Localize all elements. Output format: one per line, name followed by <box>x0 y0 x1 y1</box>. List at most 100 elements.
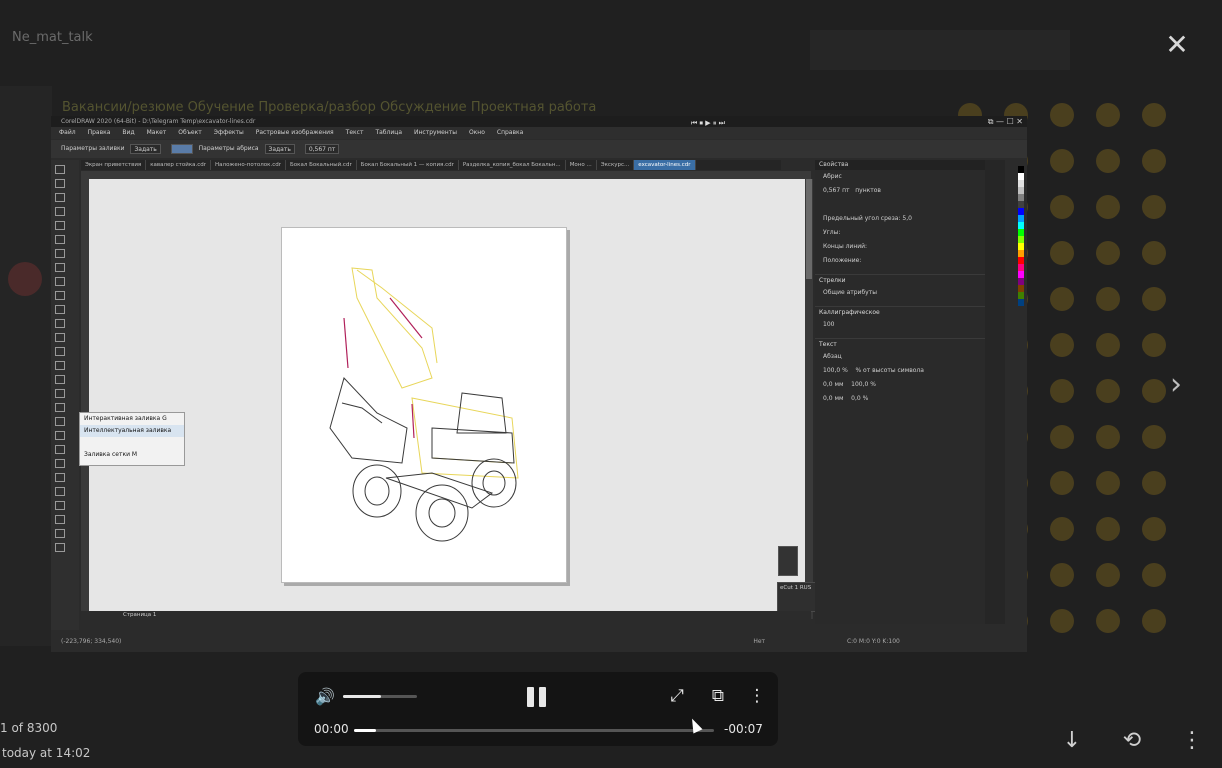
picture-in-picture-icon[interactable]: ⧉ <box>706 684 730 708</box>
volume-slider[interactable] <box>343 695 417 698</box>
next-media-arrow-icon[interactable]: › <box>1164 370 1188 400</box>
cd-tool-icon <box>55 263 65 272</box>
para-value-2: % от высоты символа <box>855 367 924 374</box>
prop-outline-field: Задать <box>264 143 295 154</box>
palette-swatch <box>1018 257 1024 264</box>
cd-tool-icon <box>55 431 65 440</box>
pause-button[interactable] <box>525 685 549 711</box>
avatar <box>8 262 42 296</box>
emoji-icon <box>1096 379 1120 403</box>
palette-swatch <box>1018 278 1024 285</box>
seek-bar[interactable] <box>354 729 714 732</box>
cd-document-tab: Экскурс... <box>597 160 635 170</box>
cd-tool-icon <box>55 473 65 482</box>
cd-menu-item: Инструменты <box>414 129 457 136</box>
cd-menu-item: Вид <box>122 129 135 136</box>
spacer-row <box>815 198 985 212</box>
prop-fill-color <box>170 143 193 154</box>
cd-toolbox <box>51 160 79 630</box>
para-row-2: 0,0 мм 100,0 % <box>815 378 985 392</box>
cd-docker-tabs <box>985 160 1005 624</box>
cd-tool-icon <box>55 347 65 356</box>
video-player-controls: 🔊 ⤢ ⧉ ⋮ 00:00 -00:07 <box>298 672 778 746</box>
cd-menu-item: Справка <box>496 129 524 136</box>
para-value-3: 0,0 мм <box>823 381 844 388</box>
fullscreen-icon[interactable]: ⤢ <box>665 684 689 708</box>
cd-tool-icon <box>55 389 65 398</box>
palette-swatch <box>1018 271 1024 278</box>
more-menu-icon[interactable]: ⋮ <box>1177 726 1207 756</box>
position-label: Положение: <box>823 257 862 264</box>
emoji-icon <box>1142 471 1166 495</box>
cd-mini-popup <box>778 546 798 576</box>
prop-outline-label: Параметры абриса <box>198 145 259 152</box>
cd-document-tabs: Экран приветствия кавалер стойка.cdr Налож… <box>81 160 781 170</box>
cd-document-tab: Моно ... <box>566 160 597 170</box>
cd-tool-icon <box>55 459 65 468</box>
miter-value: 5,0 <box>902 215 912 222</box>
cd-menu-item: Текст <box>345 129 364 136</box>
emoji-icon <box>1050 609 1074 633</box>
palette-swatch <box>1018 222 1024 229</box>
outline-section-title: Абрис <box>823 173 842 180</box>
miter-row: Предельный угол среза: 5,0 <box>815 212 985 226</box>
emoji-icon <box>1050 103 1074 127</box>
emoji-icon <box>1096 563 1120 587</box>
palette-swatch <box>1018 229 1024 236</box>
emoji-icon <box>1142 149 1166 173</box>
cd-tool-icon <box>55 221 65 230</box>
corners-label: Углы: <box>823 229 841 236</box>
emoji-icon <box>1096 195 1120 219</box>
download-icon[interactable]: ↓ <box>1057 726 1087 756</box>
rotate-icon[interactable]: ⟲ <box>1117 726 1147 756</box>
palette-swatch <box>1018 264 1024 271</box>
emoji-icon <box>1096 333 1120 357</box>
cd-vertical-scrollbar <box>805 179 813 619</box>
media-date: today at 14:02 <box>2 746 91 760</box>
cd-window-buttons: ⧉ — ☐ ✕ <box>987 117 1023 126</box>
cd-document-tab: Бокал Бокальный.cdr <box>286 160 357 170</box>
seek-fill <box>354 729 376 732</box>
emoji-icon <box>1142 425 1166 449</box>
current-time: 00:00 <box>314 722 349 736</box>
more-options-icon[interactable]: ⋮ <box>745 684 769 708</box>
cd-tool-icon <box>55 319 65 328</box>
palette-swatch <box>1018 173 1024 180</box>
palette-swatch <box>1018 250 1024 257</box>
volume-icon[interactable]: 🔊 <box>314 686 336 708</box>
cd-document-tab: excavator-lines.cdr <box>634 160 696 170</box>
cd-menu-item: Файл <box>59 129 76 136</box>
pause-bar-right <box>539 687 546 707</box>
emoji-icon <box>1096 287 1120 311</box>
cd-tool-icon <box>55 361 65 370</box>
cd-tool-icon <box>55 291 65 300</box>
cd-document-tab: Наложено-потолок.cdr <box>211 160 286 170</box>
status-color: C:0 M:0 Y:0 K:100 <box>846 638 900 645</box>
cd-property-bar: Параметры заливки Задать Параметры абрис… <box>51 140 1027 158</box>
chat-pinned-links: Вакансии/резюме Обучение Проверка/разбор… <box>62 100 597 115</box>
emoji-icon <box>1142 241 1166 265</box>
cd-document-tab: Бокал Бокальный 1 — копия.cdr <box>357 160 459 170</box>
emoji-icon <box>1050 149 1074 173</box>
cd-menu-item: Эффекты <box>213 129 244 136</box>
close-button[interactable]: ✕ <box>1162 30 1192 60</box>
emoji-icon <box>1142 379 1166 403</box>
flyout-item: Интеллектуальная заливка <box>80 425 184 437</box>
palette-swatch <box>1018 299 1024 306</box>
cd-tool-icon <box>55 333 65 342</box>
cd-tool-icon <box>55 417 65 426</box>
cd-document-tab: Экран приветствия <box>81 160 147 170</box>
cd-menu-item: Правка <box>87 129 111 136</box>
emoji-icon <box>1050 241 1074 265</box>
emoji-icon <box>1142 609 1166 633</box>
cd-canvas <box>89 179 805 611</box>
cd-scroll-thumb <box>806 179 812 279</box>
prop-fill-label: Параметры заливки <box>61 145 125 152</box>
fill-tool-flyout: Интерактивная заливка G Интеллектуальная … <box>79 412 185 466</box>
arrows-section: Стрелки <box>815 274 985 286</box>
cd-tool-icon <box>55 515 65 524</box>
palette-swatch <box>1018 201 1024 208</box>
video-frame[interactable]: CorelDRAW 2020 (64-Bit) - D:\Telegram Te… <box>51 116 1027 652</box>
cd-tool-icon <box>55 249 65 258</box>
emoji-icon <box>1096 471 1120 495</box>
